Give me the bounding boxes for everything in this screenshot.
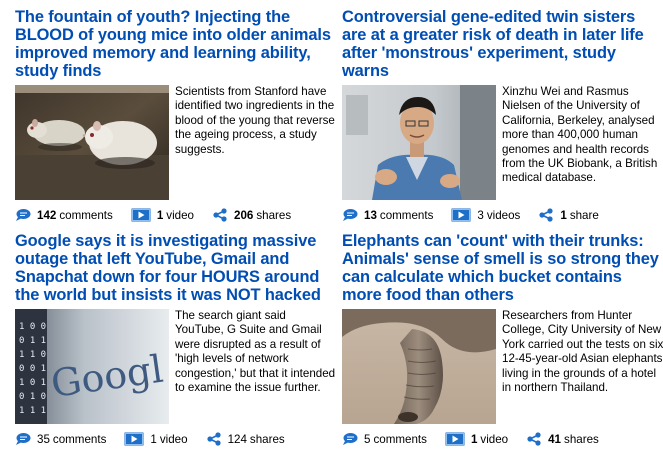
comments-link[interactable]: 35 comments (15, 432, 106, 446)
google-sign-image: 1 0 0 0 1 1 1 1 0 0 0 1 1 0 1 0 1 0 1 1 … (15, 309, 169, 424)
comments-count: 142 (37, 208, 57, 222)
svg-text:1 1 1: 1 1 1 (19, 406, 46, 416)
comments-link[interactable]: 142 comments (15, 208, 113, 222)
article-card: Google says it is investigating massive … (15, 232, 335, 446)
article-headline[interactable]: Elephants can 'count' with their trunks:… (342, 232, 662, 306)
share-icon (213, 208, 227, 222)
article-summary: Researchers from Hunter College, City Un… (502, 309, 663, 395)
svg-text:0 1 0: 0 1 0 (19, 392, 46, 402)
article-meta: 142 comments 1 video 206 shares (15, 207, 309, 223)
share-icon (539, 208, 553, 222)
shares-count: 41 (548, 432, 562, 446)
article-card: Controversial gene-edited twin sisters a… (342, 8, 662, 222)
article-meta: 5 comments 1 video 41 shares (342, 431, 617, 447)
article-body: Scientists from Stanford have identified… (15, 82, 335, 203)
shares-label: shares (564, 432, 599, 446)
article-thumbnail-scientist[interactable] (342, 85, 496, 200)
article-headline[interactable]: Controversial gene-edited twin sisters a… (342, 8, 662, 82)
shares-label: share (569, 208, 599, 222)
mice-image (15, 85, 169, 200)
comments-count: 35 (37, 432, 50, 446)
shares-count: 206 (234, 208, 254, 222)
comments-count: 5 (364, 432, 371, 446)
article-meta: 35 comments 1 video 124 shares (15, 431, 303, 447)
share-icon (206, 432, 221, 446)
play-video-icon (445, 432, 465, 446)
shares-link[interactable]: 124 shares (206, 432, 285, 446)
article-summary: Xinzhu Wei and Rasmus Nielsen of the Uni… (502, 85, 658, 185)
svg-text:1 0 0: 1 0 0 (19, 322, 46, 332)
shares-link[interactable]: 41 shares (526, 432, 599, 446)
elephant-trunk-image (342, 309, 496, 424)
speech-bubble-icon (16, 433, 31, 445)
video-count: 1 (156, 208, 164, 222)
article-headline[interactable]: Google says it is investigating massive … (15, 232, 335, 306)
comments-link[interactable]: 5 comments (342, 432, 427, 446)
video-link[interactable]: 1 video (131, 208, 194, 222)
video-link[interactable]: 3 videos (451, 208, 520, 222)
comments-label: comments (379, 208, 434, 222)
comments-label: comments (59, 208, 113, 222)
article-card: The fountain of youth? Injecting the BLO… (15, 8, 335, 222)
video-link[interactable]: 1 video (124, 432, 188, 446)
play-video-icon (451, 208, 471, 222)
scientist-image (342, 85, 496, 200)
comments-label: comments (52, 432, 107, 446)
shares-label: shares (256, 208, 292, 222)
comments-count: 13 (364, 208, 377, 222)
article-thumbnail-elephant[interactable] (342, 309, 496, 424)
svg-text:0 1 1: 0 1 1 (19, 336, 46, 346)
svg-text:1 1 0: 1 1 0 (19, 350, 46, 360)
article-body: 1 0 0 0 1 1 1 1 0 0 0 1 1 0 1 0 1 0 1 1 … (15, 306, 335, 427)
play-video-icon (131, 208, 151, 222)
video-count: 1 (150, 432, 157, 446)
comments-link[interactable]: 13 comments (342, 208, 433, 222)
article-body: Xinzhu Wei and Rasmus Nielsen of the Uni… (342, 82, 662, 203)
speech-bubble-icon (343, 209, 358, 221)
video-count: 1 (470, 432, 478, 446)
shares-count: 1 (560, 208, 567, 222)
article-card: Elephants can 'count' with their trunks:… (342, 232, 663, 446)
svg-text:0 0 1: 0 0 1 (19, 364, 46, 374)
shares-link[interactable]: 1 share (538, 208, 599, 222)
video-label: video (480, 432, 509, 446)
article-body: Researchers from Hunter College, City Un… (342, 306, 663, 427)
shares-label: shares (249, 432, 285, 446)
speech-bubble-icon (16, 209, 31, 221)
video-label: videos (486, 208, 521, 222)
video-link[interactable]: 1 video (445, 432, 508, 446)
article-summary: The search giant said YouTube, G Suite a… (175, 309, 336, 395)
svg-text:1 0 1: 1 0 1 (19, 378, 46, 388)
article-meta: 13 comments 3 videos 1 share (342, 207, 617, 223)
play-video-icon (124, 432, 144, 446)
speech-bubble-icon (343, 433, 358, 445)
article-headline[interactable]: The fountain of youth? Injecting the BLO… (15, 8, 335, 82)
video-label: video (159, 432, 188, 446)
video-count: 3 (477, 208, 484, 222)
article-thumbnail-mice[interactable] (15, 85, 169, 200)
video-label: video (166, 208, 194, 222)
share-icon (527, 432, 541, 446)
comments-label: comments (373, 432, 427, 446)
article-thumbnail-google[interactable]: 1 0 0 0 1 1 1 1 0 0 0 1 1 0 1 0 1 0 1 1 … (15, 309, 169, 424)
shares-link[interactable]: 206 shares (212, 208, 291, 222)
article-summary: Scientists from Stanford have identified… (175, 85, 335, 156)
shares-count: 124 (227, 432, 247, 446)
